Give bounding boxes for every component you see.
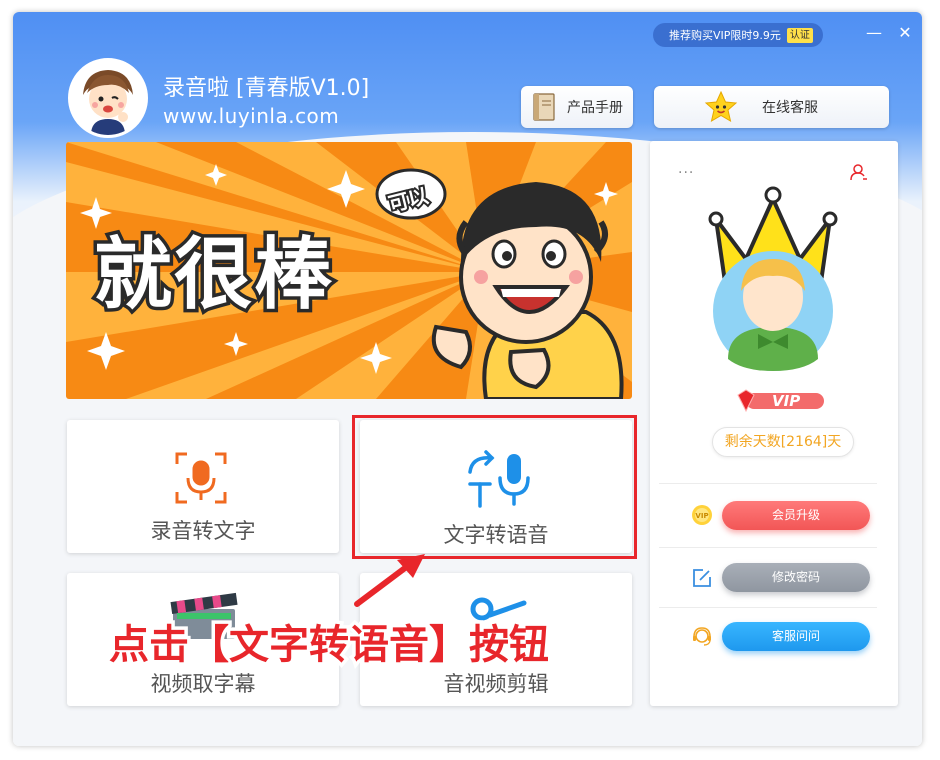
recording-to-text-icon (175, 452, 227, 504)
highlight-frame (352, 415, 637, 559)
vip-promo-button[interactable]: 推荐购买VIP限时9.9元 认证 (653, 23, 823, 47)
recording-to-text-button[interactable]: 录音转文字 (67, 420, 339, 553)
product-manual-label: 产品手册 (567, 100, 623, 116)
app-url: www.luyinla.com (163, 104, 340, 128)
book-icon (533, 93, 555, 121)
app-logo-avatar (68, 58, 148, 138)
minimize-button[interactable]: — (863, 22, 885, 44)
verified-tag: 认证 (786, 27, 813, 43)
online-service-button[interactable]: 在线客服 (654, 86, 889, 128)
promo-banner[interactable]: 就很棒 可以 (66, 142, 632, 399)
app-title: 录音啦 [青春版V1.0] (163, 76, 370, 101)
callout-arrow-icon (354, 554, 425, 607)
star-face-icon (704, 91, 738, 123)
recording-to-text-label: 录音转文字 (150, 519, 256, 543)
vip-promo-text: 推荐购买VIP限时9.9元 (669, 29, 781, 42)
user-icon[interactable] (850, 163, 868, 181)
vip-coin-icon: VIP (692, 505, 712, 525)
crown-avatar (708, 186, 838, 371)
close-button[interactable]: ✕ (894, 22, 916, 44)
change-password-button[interactable]: 修改密码 (722, 563, 870, 592)
svg-text:VIP: VIP (695, 512, 708, 520)
customer-support-button[interactable]: 客服问问 (722, 622, 870, 651)
upgrade-membership-button[interactable]: 会员升级 (722, 501, 870, 530)
divider (659, 607, 877, 608)
video-subtitle-label: 视频取字幕 (150, 672, 256, 696)
headset-icon (693, 627, 711, 646)
product-manual-button[interactable]: 产品手册 (521, 86, 633, 128)
banner-headline: 就很棒 (90, 227, 335, 324)
av-edit-label: 音视频剪辑 (443, 672, 549, 696)
edit-icon (693, 569, 711, 587)
user-panel: ··· VIP 剩余天数[2164]天 VIP 会员升级 修改密码 客服问问 (650, 141, 898, 706)
instruction-callout: 点击【文字转语音】按钮 (106, 619, 553, 672)
app-window: 推荐购买VIP限时9.9元 认证 — ✕ 录音啦 [青春版V1.0] www.l… (13, 12, 922, 746)
divider (659, 483, 877, 484)
remaining-days-badge: 剩余天数[2164]天 (712, 427, 854, 457)
divider (659, 547, 877, 548)
online-service-label: 在线客服 (762, 100, 818, 116)
more-menu-button[interactable]: ··· (678, 165, 694, 181)
vip-label: VIP (772, 392, 801, 410)
